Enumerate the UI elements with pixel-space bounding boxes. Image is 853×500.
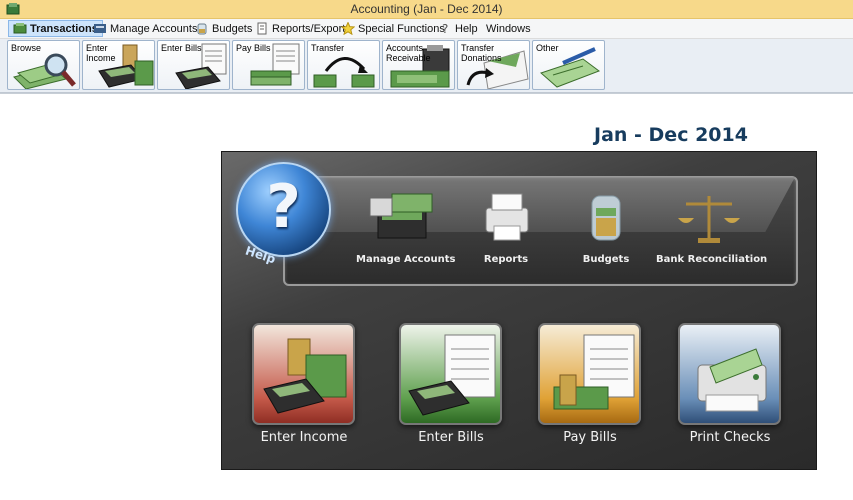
toolbar-transfer-donations-button[interactable]: Transfer Donations <box>457 40 530 90</box>
menu-label: Windows <box>486 22 531 35</box>
tile-label: Enter Income <box>260 430 348 445</box>
accounts-ledger-icon <box>369 193 433 239</box>
toolbar-label: Other <box>536 43 559 53</box>
toolbar-browse-button[interactable]: Browse <box>7 40 80 90</box>
top-item-label: Manage Accounts <box>356 254 456 265</box>
scales-icon <box>678 196 740 243</box>
top-item-label: Bank Reconciliation <box>656 254 768 265</box>
pay-bills-tile[interactable] <box>538 323 641 425</box>
menu-label: Reports/Export <box>272 22 346 35</box>
toolbar-label: Enter Income <box>86 43 116 63</box>
help-button[interactable]: ? <box>236 162 331 257</box>
menu-label: Transactions <box>30 22 98 35</box>
tile-label: Print Checks <box>689 430 771 445</box>
menu-budgets[interactable]: Budgets <box>191 20 256 37</box>
menu-special-functions[interactable]: Special Functions <box>337 20 449 37</box>
enter-income-tile[interactable] <box>252 323 355 425</box>
calculator-coins-icon <box>263 338 347 414</box>
toolbar-other-button[interactable]: Other <box>532 40 605 90</box>
toolbar: Browse Enter Income Enter Bills Pay Bill… <box>0 39 853 93</box>
bill-coins-icon <box>553 334 635 410</box>
tile-label: Pay Bills <box>563 430 617 445</box>
menu-bar: Transactions Manage Accounts Budgets Rep… <box>0 19 853 39</box>
toolbar-pay-bills-button[interactable]: Pay Bills <box>232 40 305 90</box>
toolbar-accounts-receivable-button[interactable]: Accounts Receivable <box>382 40 455 90</box>
manage-accounts-shortcut[interactable]: Manage Accounts <box>356 188 456 268</box>
menu-windows[interactable]: Windows <box>482 20 535 37</box>
coin-jar-icon <box>591 195 621 241</box>
toolbar-label: Transfer Donations <box>461 43 502 63</box>
toolbar-label: Enter Bills <box>161 43 202 53</box>
menu-manage-accounts[interactable]: Manage Accounts <box>89 20 201 37</box>
svg-text:?: ? <box>442 22 448 35</box>
tile-label: Enter Bills <box>418 430 484 445</box>
top-item-label: Reports <box>483 254 529 265</box>
toolbar-label: Browse <box>11 43 42 53</box>
question-mark-icon: ? <box>266 172 301 242</box>
menu-label: Help <box>455 22 478 35</box>
bank-reconciliation-shortcut[interactable]: Bank Reconciliation <box>656 188 768 268</box>
accounts-icon <box>94 24 106 33</box>
print-checks-tile[interactable] <box>678 323 781 425</box>
enter-bills-tile[interactable] <box>399 323 502 425</box>
toolbar-enter-bills-button[interactable]: Enter Bills <box>157 40 230 90</box>
transactions-icon <box>13 23 27 34</box>
toolbar-enter-income-button[interactable]: Enter Income <box>82 40 155 90</box>
budgets-shortcut[interactable]: Budgets <box>568 188 644 268</box>
toolbar-transfer-button[interactable]: Transfer <box>307 40 380 90</box>
menu-help[interactable]: ? Help <box>434 20 482 37</box>
printer-icon <box>485 193 529 241</box>
budget-jar-icon <box>197 23 207 35</box>
menu-label: Budgets <box>212 22 253 35</box>
toolbar-label: Pay Bills <box>236 43 271 53</box>
title-bar: Accounting (Jan - Dec 2014) <box>0 0 853 19</box>
reports-shortcut[interactable]: Reports <box>464 188 548 268</box>
check-printer-icon <box>697 348 767 412</box>
toolbar-label: Accounts Receivable <box>386 43 431 63</box>
bill-calculator-icon <box>408 334 496 416</box>
toolbar-label: Transfer <box>311 43 345 53</box>
menu-reports-export[interactable]: Reports/Export <box>251 20 349 37</box>
window-title: Accounting (Jan - Dec 2014) <box>350 2 503 16</box>
menu-label: Manage Accounts <box>110 22 198 35</box>
report-icon <box>257 22 267 35</box>
help-icon: ? <box>442 22 448 35</box>
period-heading: Jan - Dec 2014 <box>594 124 748 146</box>
menu-label: Special Functions <box>358 22 445 35</box>
star-icon <box>341 22 355 35</box>
top-item-label: Budgets <box>582 254 630 265</box>
